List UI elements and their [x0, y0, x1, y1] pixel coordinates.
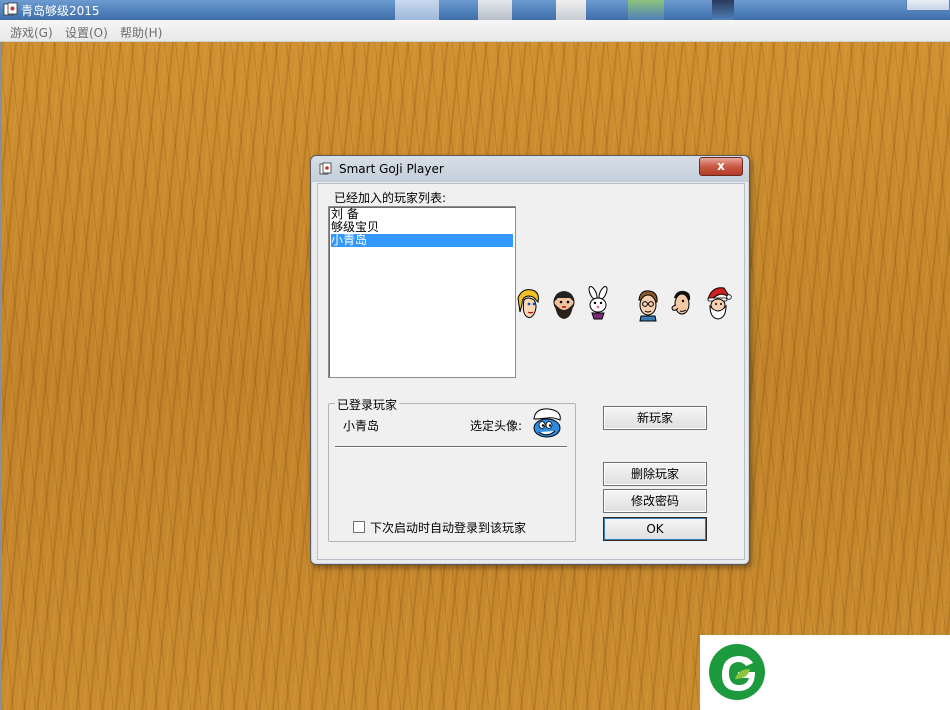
player-list-item-selected[interactable]: 小青岛 — [331, 234, 513, 247]
player-list[interactable]: 刘 备 够级宝贝 小青岛 — [328, 206, 516, 378]
menu-help[interactable]: 帮助(H) — [120, 24, 162, 41]
brand-logo-icon — [709, 644, 765, 700]
change-password-button[interactable]: 修改密码 — [603, 489, 707, 513]
santa-avatar[interactable] — [704, 286, 732, 320]
ok-button[interactable]: OK — [603, 517, 707, 541]
player-list-label: 已经加入的玩家列表: — [334, 191, 447, 205]
glasses-man-avatar[interactable] — [634, 288, 662, 322]
big-nose-man-avatar[interactable] — [668, 288, 696, 322]
selected-avatar-label: 选定头像: — [470, 419, 523, 433]
taskbar-icon — [478, 0, 512, 20]
dialog-title-bar[interactable]: Smart GoJi Player x — [311, 156, 749, 182]
dialog-app-icon — [319, 162, 332, 175]
separator-line — [335, 446, 567, 448]
auto-login-checkbox[interactable] — [353, 521, 365, 533]
dialog-body: 已经加入的玩家列表: 刘 备 够级宝贝 小青岛 已登录玩家 小青岛 选定头像: … — [317, 183, 745, 560]
rabbit-avatar[interactable] — [584, 286, 612, 320]
taskbar-icon — [712, 0, 734, 20]
new-player-button[interactable]: 新玩家 — [603, 406, 707, 430]
logged-in-player-name: 小青岛 — [343, 419, 380, 433]
taskbar-icon — [395, 0, 439, 20]
logged-in-legend: 已登录玩家 — [335, 396, 400, 413]
taskbar-icon — [556, 0, 586, 20]
app-title: 青岛够级2015 — [21, 4, 100, 18]
taskbar-icon — [628, 0, 664, 20]
player-dialog: Smart GoJi Player x 已经加入的玩家列表: 刘 备 够级宝贝 … — [310, 155, 750, 565]
close-icon: x — [717, 159, 725, 173]
smurf-avatar-icon — [533, 408, 561, 438]
menu-settings[interactable]: 设置(O) — [65, 24, 108, 41]
app-icon — [3, 2, 18, 16]
minimize-button[interactable] — [906, 0, 950, 11]
menu-bar: 游戏(G) 设置(O) 帮助(H) — [0, 20, 950, 42]
bearded-man-avatar[interactable] — [550, 288, 578, 322]
menu-game[interactable]: 游戏(G) — [10, 24, 53, 41]
blonde-girl-avatar[interactable] — [516, 288, 544, 322]
app-title-bar: 青岛够级2015 — [0, 0, 950, 20]
logged-in-group: 已登录玩家 小青岛 选定头像: 下次启动时自动登录到该玩家 — [328, 396, 576, 542]
close-button[interactable]: x — [699, 157, 743, 176]
delete-player-button[interactable]: 删除玩家 — [603, 462, 707, 486]
auto-login-label: 下次启动时自动登录到该玩家 — [370, 521, 527, 535]
dialog-title: Smart GoJi Player — [339, 162, 444, 176]
logo-panel — [700, 635, 950, 710]
